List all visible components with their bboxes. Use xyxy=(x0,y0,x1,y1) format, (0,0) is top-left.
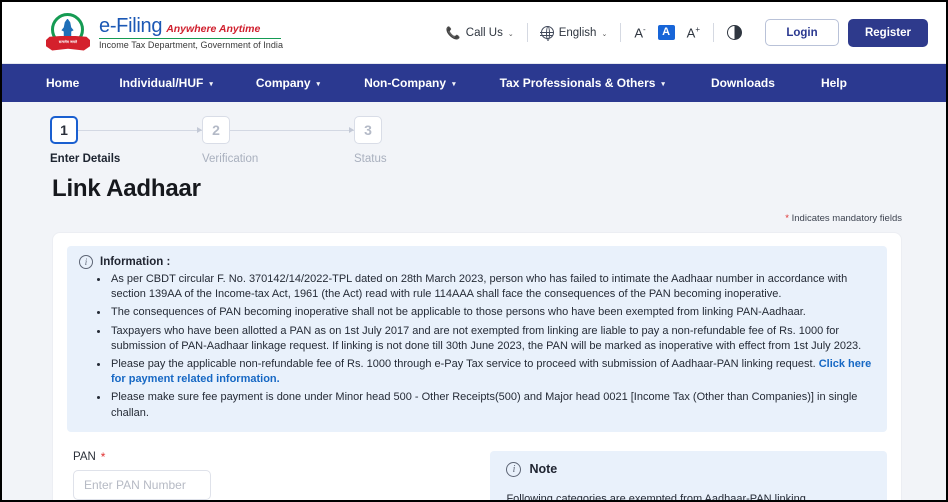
note-title: Note xyxy=(529,462,558,477)
progress-stepper: 1 Enter Details 2 Verification 3 Status xyxy=(2,102,946,165)
nav-label: Company xyxy=(255,76,311,90)
note-body: Following categories are exempted from A… xyxy=(506,491,873,502)
chevron-down-icon: ▾ xyxy=(209,81,213,88)
nav-item-non-company[interactable]: Non-Company ▾ xyxy=(364,76,456,90)
contrast-toggle[interactable] xyxy=(714,25,755,40)
india-national-emblem-icon: सत्यमेव जयते xyxy=(46,12,90,54)
nav-label: Individual/HUF xyxy=(119,76,204,90)
brand-tagline: Anywhere Anytime xyxy=(166,22,261,35)
pan-label-text: PAN xyxy=(73,450,96,463)
fee-bullet-text: Please pay the applicable non-refundable… xyxy=(111,358,819,371)
pan-field-group: PAN * Enter PAN Number xyxy=(73,451,486,500)
page-title-section: Link Aadhaar * Indicates mandatory field… xyxy=(2,165,946,224)
contrast-toggle-icon xyxy=(727,25,742,40)
info-circle-icon: i xyxy=(79,255,93,269)
nav-item-help[interactable]: Help xyxy=(821,76,847,90)
chevron-down-icon: ▾ xyxy=(452,81,456,88)
brand-logo[interactable]: सत्यमेव जयते e-Filing Anywhere Anytime I… xyxy=(46,12,283,54)
chevron-down-icon: ▾ xyxy=(661,81,665,88)
page-title: Link Aadhaar xyxy=(52,175,201,202)
site-header: सत्यमेव जयते e-Filing Anywhere Anytime I… xyxy=(2,2,946,64)
mandatory-fields-note: * Indicates mandatory fields xyxy=(52,213,902,224)
brand-department: Income Tax Department, Government of Ind… xyxy=(99,40,284,51)
step-number: 1 xyxy=(50,116,78,144)
info-circle-icon: i xyxy=(506,461,522,477)
register-button[interactable]: Register xyxy=(848,18,928,47)
list-item: Please pay the applicable non-refundable… xyxy=(109,357,875,387)
pan-label: PAN * xyxy=(73,451,486,463)
note-intro: Following categories are exempted from A… xyxy=(506,492,806,502)
font-size-controls: A- A A+ xyxy=(621,25,713,40)
nav-label: Help xyxy=(820,76,847,90)
information-header: i Information : xyxy=(79,255,875,269)
note-panel: i Note Following categories are exempted… xyxy=(490,450,887,502)
list-item: As per CBDT circular F. No. 370142/14/20… xyxy=(109,272,875,302)
list-item: Taxpayers who have been allotted a PAN a… xyxy=(109,324,875,354)
step-number: 3 xyxy=(354,116,382,144)
nav-label: Non-Company xyxy=(364,76,447,90)
chevron-down-icon: ▾ xyxy=(316,81,321,88)
chevron-down-icon: ⌄ xyxy=(507,30,514,38)
stepper-step-1[interactable]: 1 Enter Details xyxy=(50,116,202,165)
login-button[interactable]: Login xyxy=(765,19,839,46)
mandatory-note-text: Indicates mandatory fields xyxy=(791,213,902,224)
header-utility-bar: 📞 Call Us ⌄ English ⌄ A- A A+ Login Regi… xyxy=(433,18,928,47)
language-label: English xyxy=(558,26,597,39)
call-us-menu[interactable]: 📞 Call Us ⌄ xyxy=(433,26,527,40)
chevron-down-icon: ⌄ xyxy=(601,30,608,38)
step-connector xyxy=(78,126,202,133)
step-label: Verification xyxy=(202,153,259,165)
emblem-ribbon-text: सत्यमेव जयते xyxy=(58,39,78,44)
nav-label: Downloads xyxy=(710,76,775,90)
step-connector xyxy=(230,126,354,133)
link-aadhaar-card: i Information : As per CBDT circular F. … xyxy=(52,232,902,502)
language-selector[interactable]: English ⌄ xyxy=(528,25,621,41)
main-navigation: Home Individual/HUF ▾ Company ▾ Non-Comp… xyxy=(2,64,946,102)
stepper-step-2[interactable]: 2 Verification xyxy=(202,116,354,165)
pan-input[interactable]: Enter PAN Number xyxy=(73,469,211,500)
nav-item-downloads[interactable]: Downloads xyxy=(711,76,775,90)
step-label: Status xyxy=(354,153,387,165)
nav-item-home[interactable]: Home xyxy=(46,76,79,90)
information-title: Information : xyxy=(100,256,171,268)
page-root: सत्यमेव जयते e-Filing Anywhere Anytime I… xyxy=(0,0,948,502)
note-header: i Note xyxy=(506,461,873,477)
nav-item-tax-professionals[interactable]: Tax Professionals & Others ▾ xyxy=(500,76,665,90)
font-increase-icon[interactable]: A+ xyxy=(687,25,700,40)
list-item: Please make sure fee payment is done und… xyxy=(109,390,875,420)
required-star: * xyxy=(785,213,789,224)
link-aadhaar-form: PAN * Enter PAN Number Aadhaar Number * … xyxy=(67,451,486,500)
step-number: 2 xyxy=(202,116,230,144)
stepper-step-3[interactable]: 3 Status xyxy=(354,116,387,165)
font-decrease-icon[interactable]: A- xyxy=(634,25,645,40)
globe-icon xyxy=(540,25,554,41)
font-normal-icon[interactable]: A xyxy=(657,24,675,40)
information-panel: i Information : As per CBDT circular F. … xyxy=(67,246,887,432)
nav-item-company[interactable]: Company ▾ xyxy=(256,76,320,90)
nav-label: Tax Professionals & Others xyxy=(499,76,656,90)
form-and-note-row: PAN * Enter PAN Number Aadhaar Number * … xyxy=(67,450,887,502)
phone-icon: 📞 xyxy=(445,25,461,40)
nav-label: Home xyxy=(46,76,80,90)
brand-title: e-Filing xyxy=(99,14,163,37)
brand-divider xyxy=(99,37,281,40)
information-bullet-list: As per CBDT circular F. No. 370142/14/20… xyxy=(109,272,875,421)
step-label: Enter Details xyxy=(50,153,121,165)
call-us-label: Call Us xyxy=(465,26,503,39)
required-star: * xyxy=(100,449,106,464)
list-item: The consequences of PAN becoming inopera… xyxy=(109,305,875,320)
nav-item-individual-huf[interactable]: Individual/HUF ▾ xyxy=(119,76,213,90)
